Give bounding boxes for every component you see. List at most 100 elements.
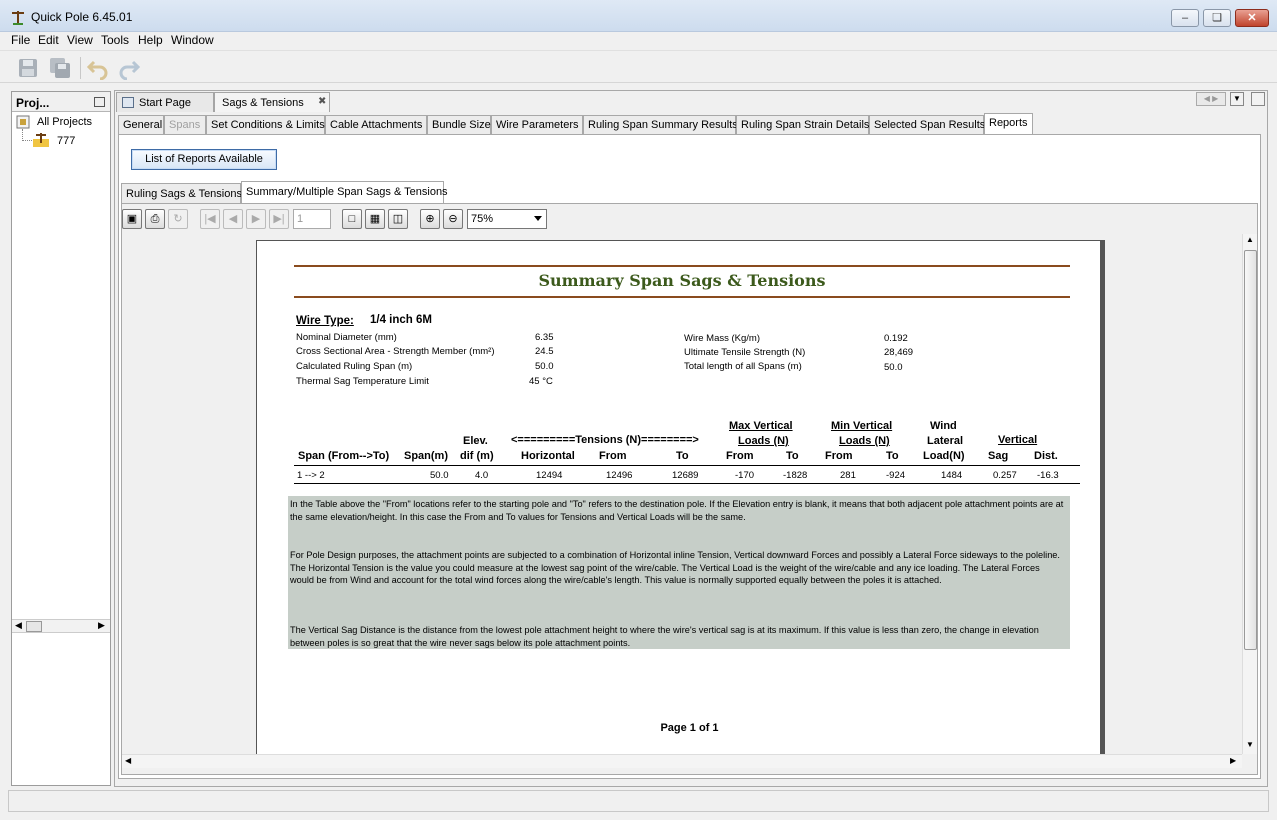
- zoom-in-icon[interactable]: ⊕: [420, 209, 440, 229]
- page-number-input[interactable]: 1: [293, 209, 331, 229]
- report-print-icon[interactable]: ⎙: [145, 209, 165, 229]
- cell-dif-m: 4.0: [475, 470, 489, 481]
- zoom-select[interactable]: 75%: [467, 209, 547, 229]
- cell-span: 1 --> 2: [297, 470, 325, 481]
- tab-summary-multiple-span[interactable]: Summary/Multiple Span Sags & Tensions: [241, 181, 448, 204]
- first-page-icon[interactable]: |◀: [200, 209, 220, 229]
- actual-size-icon[interactable]: □: [342, 209, 362, 229]
- report-horizontal-scrollbar[interactable]: ◀ ▶: [122, 754, 1242, 768]
- menu-file[interactable]: File: [11, 33, 30, 47]
- tab-ruling-span-summary-results[interactable]: Ruling Span Summary Results: [583, 115, 738, 135]
- tree-item-all-projects[interactable]: All Projects: [37, 116, 92, 128]
- tab-reports[interactable]: Reports: [984, 113, 1033, 135]
- table-footer-rule: [294, 483, 1080, 484]
- scroll-thumb[interactable]: [1244, 250, 1257, 650]
- tab-scroll-arrows-icon[interactable]: ◀ ▶: [1196, 92, 1226, 106]
- panel-horizontal-scrollbar[interactable]: ◀ ▶: [12, 619, 110, 633]
- save-all-icon[interactable]: [48, 56, 72, 80]
- header-max-vertical: Max Vertical: [729, 420, 793, 432]
- close-button[interactable]: ✕: [1235, 9, 1269, 27]
- prop-label: Thermal Sag Temperature Limit: [296, 376, 429, 387]
- menu-view[interactable]: View: [67, 33, 93, 47]
- scroll-right-icon[interactable]: ▶: [1230, 756, 1236, 765]
- cell-horizontal: 12494: [536, 470, 563, 481]
- restore-icon: ❏: [1212, 12, 1222, 24]
- header-vertical: Vertical: [998, 434, 1038, 446]
- home-page-icon: [122, 97, 134, 108]
- prev-page-icon[interactable]: ◀: [223, 209, 243, 229]
- tab-list-dropdown-icon[interactable]: ▼: [1230, 92, 1244, 106]
- scroll-up-icon[interactable]: ▲: [1246, 235, 1254, 244]
- prop-label: Ultimate Tensile Strength (N): [684, 347, 806, 358]
- status-bar: [8, 790, 1269, 812]
- tab-close-icon[interactable]: ✖: [318, 96, 326, 107]
- menu-help[interactable]: Help: [138, 33, 163, 47]
- report-viewer: ▣ ⎙ ↻ |◀ ◀ ▶ ▶| 1 □ ▦ ◫ ⊕ ⊖ 75% Summary …: [121, 203, 1258, 775]
- col-span-m: Span(m): [404, 450, 448, 462]
- next-page-icon[interactable]: ▶: [246, 209, 266, 229]
- wire-type-label: Wire Type:: [296, 315, 354, 327]
- projects-folder-icon: [16, 115, 30, 129]
- main-workspace: Start Page Sags & Tensions ✖ ◀ ▶ ▼ Gener…: [114, 90, 1268, 787]
- zoom-out-icon[interactable]: ⊖: [443, 209, 463, 229]
- col-lateral-load: Load(N): [923, 450, 965, 462]
- menu-tools[interactable]: Tools: [101, 33, 129, 47]
- tab-wire-parameters[interactable]: Wire Parameters: [491, 115, 583, 135]
- prop-label: Total length of all Spans (m): [684, 361, 802, 372]
- report-vertical-scrollbar[interactable]: ▲ ▼: [1242, 234, 1257, 754]
- header-max-vertical-loads: Loads (N): [738, 435, 789, 447]
- menu-edit[interactable]: Edit: [38, 33, 59, 47]
- menu-bar: File Edit View Tools Help Window: [0, 32, 1277, 50]
- col-span-from-to: Span (From-->To): [298, 450, 390, 462]
- report-notes: In the Table above the "From" locations …: [288, 496, 1070, 649]
- maximize-panel-icon[interactable]: [1251, 92, 1265, 106]
- minimize-button[interactable]: –: [1171, 9, 1199, 27]
- prop-value: 6.35: [535, 332, 554, 343]
- tab-ruling-span-strain-details[interactable]: Ruling Span Strain Details: [736, 115, 869, 135]
- header-tensions: <=========Tensions (N)========>: [511, 434, 699, 446]
- refresh-icon[interactable]: ↻: [168, 209, 188, 229]
- tab-spans: Spans: [164, 115, 206, 135]
- tab-selected-span-results[interactable]: Selected Span Results: [869, 115, 985, 135]
- close-icon: ✕: [1247, 12, 1257, 24]
- report-save-icon[interactable]: ▣: [122, 209, 142, 229]
- last-page-icon[interactable]: ▶|: [269, 209, 289, 229]
- tab-bundle-size[interactable]: Bundle Size: [427, 115, 491, 135]
- tab-cable-attachments[interactable]: Cable Attachments: [325, 115, 427, 135]
- cell-dist: -16.3: [1037, 470, 1059, 481]
- table-header-rule: [294, 465, 1080, 466]
- tree-item-project-777[interactable]: 777: [57, 135, 75, 147]
- prop-label: Calculated Ruling Span (m): [296, 361, 413, 372]
- scroll-left-icon[interactable]: ◀: [15, 620, 22, 631]
- list-reports-button[interactable]: List of Reports Available: [131, 149, 277, 170]
- menu-window[interactable]: Window: [171, 33, 214, 47]
- scroll-left-icon[interactable]: ◀: [125, 756, 131, 765]
- projects-panel-header: Proj...: [12, 92, 110, 112]
- tab-ruling-sags-tensions[interactable]: Ruling Sags & Tensions: [121, 183, 242, 204]
- col-dist: Dist.: [1034, 450, 1058, 462]
- tab-sags-tensions[interactable]: Sags & Tensions ✖: [214, 92, 330, 112]
- save-icon[interactable]: [16, 56, 40, 80]
- tab-start-page[interactable]: Start Page: [116, 92, 214, 112]
- app-pole-icon: [12, 11, 24, 25]
- fit-width-icon[interactable]: ◫: [388, 209, 408, 229]
- tab-general[interactable]: General: [118, 115, 164, 135]
- panel-minimize-icon[interactable]: [94, 97, 105, 107]
- prop-value: 24.5: [535, 346, 554, 357]
- report-viewer-toolbar: ▣ ⎙ ↻ |◀ ◀ ▶ ▶| 1 □ ▦ ◫ ⊕ ⊖ 75%: [122, 204, 1257, 234]
- fit-page-icon[interactable]: ▦: [365, 209, 385, 229]
- note-paragraph: For Pole Design purposes, the attachment…: [290, 550, 1060, 586]
- scroll-thumb[interactable]: [26, 621, 42, 632]
- tab-set-conditions-limits[interactable]: Set Conditions & Limits: [206, 115, 325, 135]
- cell-lateral-load: 1484: [941, 470, 963, 481]
- col-max-from: From: [726, 450, 754, 462]
- scroll-down-icon[interactable]: ▼: [1246, 740, 1254, 749]
- col-max-to: To: [786, 450, 799, 462]
- redo-icon[interactable]: [117, 56, 141, 80]
- prop-value: 50.0: [535, 361, 554, 372]
- cell-sag: 0.257: [993, 470, 1017, 481]
- maximize-button[interactable]: ❏: [1203, 9, 1231, 27]
- undo-icon[interactable]: [86, 56, 110, 80]
- minimize-icon: –: [1181, 12, 1189, 24]
- scroll-right-icon[interactable]: ▶: [98, 620, 105, 631]
